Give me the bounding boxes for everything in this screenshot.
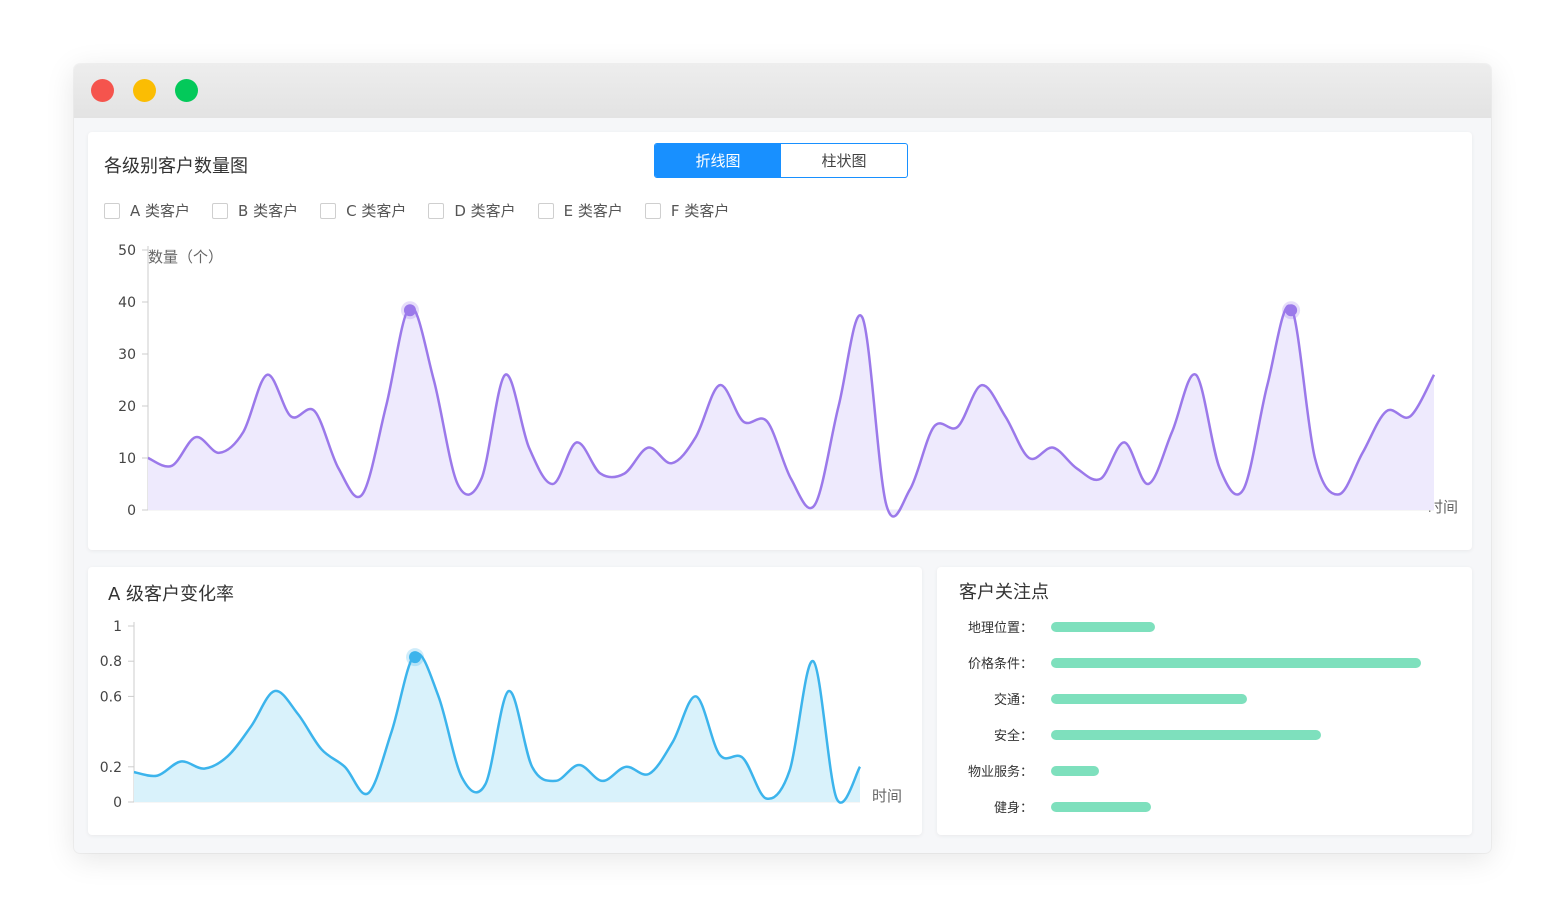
focus-bar bbox=[1051, 730, 1322, 740]
checkbox[interactable] bbox=[644, 202, 661, 219]
y-tick-label: 0.6 bbox=[100, 689, 122, 705]
focus-bar-track bbox=[1051, 730, 1421, 740]
customer-filters: A 类客户 B 类客户 C 类客户 D 类客户 E 类客户 F 类客户 bbox=[104, 200, 751, 221]
x-axis-title: 时间 bbox=[1428, 498, 1458, 516]
close-icon[interactable] bbox=[91, 79, 114, 102]
focus-item-label: 物业服务： bbox=[967, 765, 1033, 780]
focus-bar-track bbox=[1051, 802, 1421, 812]
y-tick-label: 30 bbox=[118, 347, 136, 363]
panel-title: 客户关注点 bbox=[959, 582, 1049, 603]
checkbox[interactable] bbox=[104, 202, 120, 219]
rate-card: A 级客户变化率 时间 0 0.2 0.6 0.8 1 bbox=[88, 567, 922, 835]
minimize-icon[interactable] bbox=[133, 79, 156, 102]
data-point-halo bbox=[400, 301, 419, 320]
filter-b[interactable]: B 类客户 bbox=[212, 200, 298, 221]
filter-d[interactable]: D 类客户 bbox=[428, 200, 516, 221]
filter-label: B 类客户 bbox=[238, 202, 299, 220]
y-tick-label: 1 bbox=[113, 619, 122, 635]
x-axis-title: 时间 bbox=[872, 787, 902, 805]
y-tick-label: 0 bbox=[113, 795, 122, 811]
chart-type-toggle: 折线图 柱状图 bbox=[654, 143, 908, 178]
filter-label: D 类客户 bbox=[454, 202, 516, 220]
y-tick-label: 20 bbox=[118, 399, 136, 415]
window-titlebar bbox=[74, 64, 1491, 118]
filter-a[interactable]: A 类客户 bbox=[104, 200, 190, 221]
filter-label: A 类客户 bbox=[130, 202, 191, 220]
data-point-halo bbox=[1282, 301, 1301, 320]
y-tick-label: 0.8 bbox=[100, 654, 122, 670]
checkbox[interactable] bbox=[537, 202, 554, 219]
maximize-icon[interactable] bbox=[175, 79, 198, 102]
filter-e[interactable]: E 类客户 bbox=[537, 200, 623, 221]
data-point[interactable] bbox=[409, 651, 422, 664]
focus-item: 物业服务： bbox=[937, 761, 1457, 781]
y-tick-label: 0.2 bbox=[100, 760, 122, 776]
data-point[interactable] bbox=[403, 304, 416, 317]
bar-chart-tab[interactable]: 柱状图 bbox=[781, 144, 907, 177]
app-window: 各级别客户数量图 A 类客户 B 类客户 C 类客户 D 类客户 E 类客户 F… bbox=[74, 64, 1491, 853]
focus-bar-track bbox=[1051, 622, 1421, 632]
focus-item: 交通： bbox=[937, 689, 1457, 709]
filter-c[interactable]: C 类客户 bbox=[320, 200, 406, 221]
panel-title: 各级别客户数量图 bbox=[104, 156, 248, 177]
series-area bbox=[148, 305, 1434, 517]
filter-f[interactable]: F 类客户 bbox=[644, 200, 730, 221]
focus-bar-track bbox=[1051, 694, 1421, 704]
focus-bar bbox=[1051, 802, 1151, 812]
checkbox[interactable] bbox=[212, 202, 229, 219]
focus-item-label: 地理位置： bbox=[967, 621, 1033, 636]
rate-chart: 时间 0 0.2 0.6 0.8 1 bbox=[100, 619, 902, 811]
focus-bar bbox=[1051, 622, 1155, 632]
focus-item-label: 交通： bbox=[993, 693, 1033, 708]
focus-bar bbox=[1051, 694, 1248, 704]
focus-item: 地理位置： bbox=[937, 617, 1457, 637]
focus-item: 价格条件： bbox=[937, 653, 1457, 673]
y-tick-label: 0 bbox=[127, 503, 136, 519]
focus-bar bbox=[1051, 766, 1100, 776]
focus-item-label: 健身： bbox=[993, 801, 1033, 816]
customer-count-chart: 数量（个） 时间 0 10 20 30 40 50 bbox=[118, 243, 1458, 519]
focus-card: 客户关注点 地理位置： 价格条件： 交通： 安全： 物业服务： 健身： bbox=[937, 567, 1472, 835]
focus-bar bbox=[1051, 658, 1421, 668]
y-tick-label: 10 bbox=[118, 451, 136, 467]
y-axis-title: 数量（个） bbox=[148, 248, 223, 266]
focus-bar-track bbox=[1051, 766, 1421, 776]
checkbox[interactable] bbox=[320, 202, 337, 219]
series-line bbox=[147, 304, 1436, 518]
filter-label: C 类客户 bbox=[346, 202, 407, 220]
checkbox[interactable] bbox=[428, 202, 445, 219]
focus-item: 健身： bbox=[937, 797, 1457, 817]
focus-item-label: 安全： bbox=[993, 729, 1033, 744]
customer-count-card: 各级别客户数量图 A 类客户 B 类客户 C 类客户 D 类客户 E 类客户 F… bbox=[88, 132, 1472, 550]
focus-bar-track bbox=[1051, 658, 1421, 668]
y-tick-label: 50 bbox=[118, 243, 136, 259]
filter-label: F 类客户 bbox=[670, 202, 730, 220]
focus-item-label: 价格条件： bbox=[967, 657, 1033, 672]
line-chart-tab[interactable]: 折线图 bbox=[655, 144, 781, 177]
filter-label: E 类客户 bbox=[563, 202, 623, 220]
y-tick-label: 40 bbox=[118, 295, 136, 311]
data-point[interactable] bbox=[1285, 304, 1298, 317]
focus-item: 安全： bbox=[937, 725, 1457, 745]
